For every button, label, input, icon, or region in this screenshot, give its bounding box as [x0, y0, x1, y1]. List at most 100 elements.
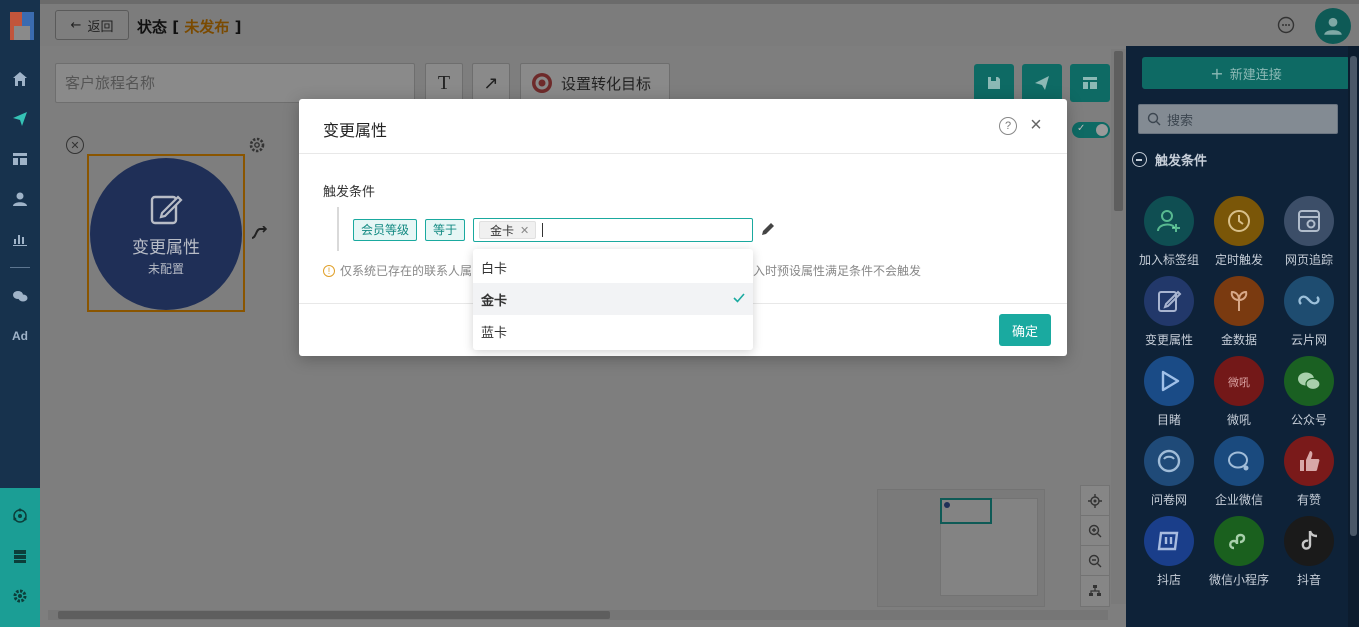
trigger-item-jinshuju[interactable]: 金数据 [1204, 276, 1274, 354]
canvas-horizontal-scrollbar[interactable] [48, 610, 1108, 620]
zoom-in-icon[interactable] [1081, 516, 1109, 546]
publish-button[interactable] [1022, 64, 1062, 102]
panel-search-input[interactable]: 搜索 [1138, 104, 1338, 134]
web-icon [1284, 196, 1334, 246]
trigger-item-douyin[interactable]: 抖音 [1274, 516, 1344, 594]
trigger-item-timer[interactable]: 定时触发 [1204, 196, 1274, 274]
back-label: 返回 [87, 19, 114, 35]
dialog-title: 变更属性 [323, 121, 388, 140]
back-button[interactable]: ← 返回 [55, 10, 129, 40]
ad-icon[interactable]: Ad [8, 324, 32, 348]
target-icon [532, 73, 552, 93]
shop-icon [1144, 516, 1194, 566]
check-icon: ✓ [1077, 123, 1086, 134]
gear-icon[interactable] [248, 136, 266, 154]
page-title: 状态 [ 未发布 ] [137, 18, 242, 36]
arrow-tool-button[interactable]: ↗ [472, 63, 510, 103]
rail-bottom-group [0, 488, 40, 627]
node-title: 变更属性 [132, 238, 200, 258]
wechat-icon [1284, 356, 1334, 406]
trigger-item-wenjuan[interactable]: 问卷网 [1134, 436, 1204, 514]
wechat-icon[interactable] [8, 284, 32, 308]
cloud-link-icon [1284, 276, 1334, 326]
thumbs-up-icon [1284, 436, 1334, 486]
arrow-left-icon: ← [70, 17, 82, 33]
work-wechat-icon [1214, 436, 1264, 486]
trigger-item-youzan[interactable]: 有赞 [1274, 436, 1344, 514]
close-icon[interactable]: × [1027, 114, 1045, 136]
help-icon[interactable]: ? [999, 117, 1017, 135]
dropdown-option[interactable]: 蓝卡 [473, 315, 753, 347]
leaf-icon [1214, 276, 1264, 326]
enable-toggle[interactable]: ✓ [1072, 122, 1110, 138]
zoom-out-icon[interactable] [1081, 546, 1109, 576]
set-goal-button[interactable]: 设置转化目标 [520, 63, 670, 103]
panel-scrollbar[interactable] [1348, 46, 1359, 627]
dropdown-option[interactable]: 白卡 [473, 251, 753, 283]
trigger-item-change-attribute[interactable]: 变更属性 [1134, 276, 1204, 354]
new-connection-button[interactable]: + 新建连接 [1142, 57, 1350, 89]
pencil-icon[interactable] [761, 222, 775, 236]
trigger-item-web-tracking[interactable]: 网页追踪 [1274, 196, 1344, 274]
left-nav-rail: Ad [0, 0, 40, 627]
layout-button[interactable] [1070, 64, 1110, 102]
check-icon [733, 293, 745, 303]
condition-field-tag[interactable]: 会员等级 [353, 219, 418, 241]
trigger-section-header[interactable]: 触发条件 [1132, 150, 1207, 169]
trigger-item-official-account[interactable]: 公众号 [1274, 356, 1344, 434]
network-icon[interactable] [8, 504, 32, 528]
trigger-item-tag-group[interactable]: 加入标签组 [1134, 196, 1204, 274]
change-attribute-node[interactable]: 变更属性 未配置 [90, 158, 242, 310]
trigger-item-douyin-shop[interactable]: 抖店 [1134, 516, 1204, 594]
survey-icon [1144, 436, 1194, 486]
edit-icon [1144, 276, 1194, 326]
weihou-icon: 微吼 [1214, 356, 1264, 406]
plus-icon: + [1210, 63, 1224, 83]
trigger-item-weihou[interactable]: 微吼 微吼 [1204, 356, 1274, 434]
chat-icon[interactable] [1277, 16, 1295, 34]
home-icon[interactable] [8, 67, 32, 91]
trigger-item-mini-program[interactable]: 微信小程序 [1204, 516, 1274, 594]
condition-indent-bar [337, 207, 339, 251]
clock-icon [1214, 196, 1264, 246]
avatar[interactable] [1315, 8, 1351, 44]
hint-text: ! 仅系统已存在的联系人属 入时预设属性满足条件不会触发 [323, 262, 921, 279]
node-subtitle: 未配置 [147, 262, 184, 276]
canvas-vertical-scrollbar[interactable] [1111, 49, 1126, 604]
sitemap-icon[interactable] [1081, 576, 1109, 606]
trigger-item-yunpian[interactable]: 云片网 [1274, 276, 1344, 354]
locate-icon[interactable] [1081, 486, 1109, 516]
trigger-item-mudu[interactable]: 目睹 [1134, 356, 1204, 434]
dropdown-option-selected[interactable]: 金卡 [473, 283, 753, 315]
rail-divider [10, 267, 30, 268]
dialog-header: 变更属性 ? × [299, 99, 1067, 154]
arrow-diagonal-icon: ↗ [483, 72, 499, 94]
minimap[interactable] [877, 489, 1045, 607]
close-icon[interactable]: ✕ [66, 136, 84, 154]
save-icon [988, 77, 1000, 89]
top-bar: ← 返回 状态 [ 未发布 ] [40, 0, 1359, 46]
value-select[interactable]: 金卡 ✕ [473, 218, 753, 242]
user-add-icon [1144, 196, 1194, 246]
app-logo [10, 12, 34, 40]
collapse-icon [1132, 152, 1147, 167]
link-icon[interactable] [250, 226, 268, 240]
zoom-controls [1080, 485, 1110, 607]
remove-chip-icon[interactable]: ✕ [520, 224, 529, 237]
trigger-item-work-wechat[interactable]: 企业微信 [1204, 436, 1274, 514]
tiktok-icon [1284, 516, 1334, 566]
chart-icon[interactable] [8, 227, 32, 251]
send-icon[interactable] [8, 107, 32, 131]
selected-value-chip: 金卡 ✕ [479, 221, 537, 239]
text-tool-button[interactable]: T [425, 63, 463, 103]
journey-name-input[interactable]: 客户旅程名称 [55, 63, 415, 103]
edit-icon [150, 195, 183, 225]
confirm-button[interactable]: 确定 [999, 314, 1051, 346]
component-panel: + 新建连接 搜索 触发条件 加入标签组 定时触发 网页追踪 变更属性 金数据 … [1126, 46, 1359, 627]
layout-icon[interactable] [8, 147, 32, 171]
settings-icon[interactable] [8, 584, 32, 608]
user-icon[interactable] [8, 187, 32, 211]
operator-tag[interactable]: 等于 [425, 219, 466, 241]
server-icon[interactable] [8, 544, 32, 568]
save-button[interactable] [974, 64, 1014, 102]
